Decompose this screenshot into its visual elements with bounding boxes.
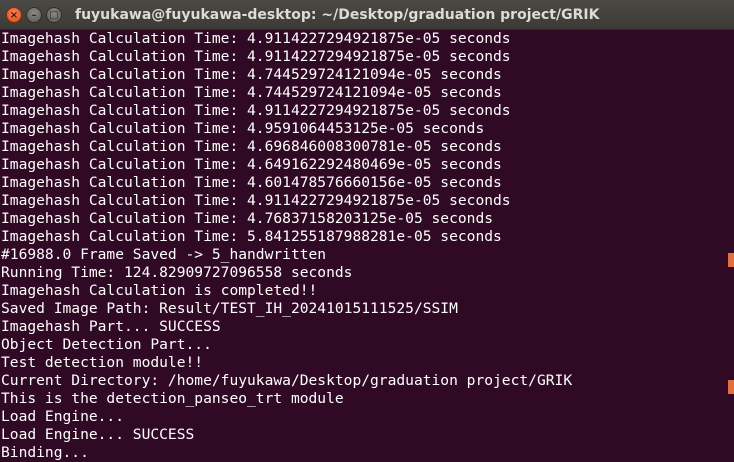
close-button[interactable]: × — [6, 7, 22, 23]
terminal-line: Imagehash Calculation Time: 4.6491622924… — [1, 156, 502, 173]
terminal-line: Current Directory: /home/fuyukawa/Deskto… — [1, 372, 573, 389]
terminal-line: Imagehash Part... SUCCESS — [1, 318, 221, 335]
terminal-window: × – □ fuyukawa@fuyukawa-desktop: ~/Deskt… — [0, 0, 734, 462]
close-icon: × — [9, 10, 19, 21]
terminal-line: Imagehash Calculation Time: 4.9591064453… — [1, 120, 485, 137]
terminal-line: Imagehash Calculation Time: 4.7683715820… — [1, 210, 494, 227]
terminal-line: Imagehash Calculation Time: 4.7445297241… — [1, 84, 502, 101]
terminal-line: Imagehash Calculation Time: 4.9114227294… — [1, 48, 511, 65]
terminal-line: Imagehash Calculation Time: 4.6014785766… — [1, 174, 502, 191]
terminal-line: Imagehash Calculation Time: 4.9114227294… — [1, 30, 511, 47]
maximize-icon: □ — [49, 10, 59, 21]
terminal-output[interactable]: Imagehash Calculation Time: 4.9114227294… — [0, 30, 728, 462]
terminal-line: #16988.0 Frame Saved -> 5_handwritten — [1, 246, 327, 263]
scroll-marker[interactable] — [728, 380, 734, 394]
terminal-line: Imagehash Calculation Time: 5.8412551879… — [1, 228, 502, 245]
terminal-line: Binding... — [1, 444, 89, 461]
terminal-line: Test detection module!! — [1, 354, 204, 371]
scroll-marker[interactable] — [728, 253, 734, 267]
minimize-icon: – — [31, 10, 37, 21]
terminal-line: Load Engine... SUCCESS — [1, 426, 195, 443]
terminal-line: Object Detection Part... — [1, 336, 212, 353]
terminal-line: Imagehash Calculation Time: 4.6968460083… — [1, 138, 502, 155]
terminal-line: Imagehash Calculation Time: 4.9114227294… — [1, 192, 511, 209]
terminal-line: Imagehash Calculation is completed!! — [1, 282, 318, 299]
window-title: fuyukawa@fuyukawa-desktop: ~/Desktop/gra… — [75, 7, 600, 23]
terminal-line: Load Engine... — [1, 408, 125, 425]
maximize-button[interactable]: □ — [46, 7, 62, 23]
terminal-line: Saved Image Path: Result/TEST_IH_2024101… — [1, 300, 458, 317]
terminal-line: Running Time: 124.82909727096558 seconds — [1, 264, 353, 281]
scrollbar[interactable] — [728, 30, 734, 462]
terminal-line: This is the detection_panseo_trt module — [1, 390, 344, 407]
terminal-line: Imagehash Calculation Time: 4.7445297241… — [1, 66, 502, 83]
minimize-button[interactable]: – — [26, 7, 42, 23]
terminal-line: Imagehash Calculation Time: 4.9114227294… — [1, 102, 511, 119]
title-bar[interactable]: × – □ fuyukawa@fuyukawa-desktop: ~/Deskt… — [0, 0, 734, 30]
